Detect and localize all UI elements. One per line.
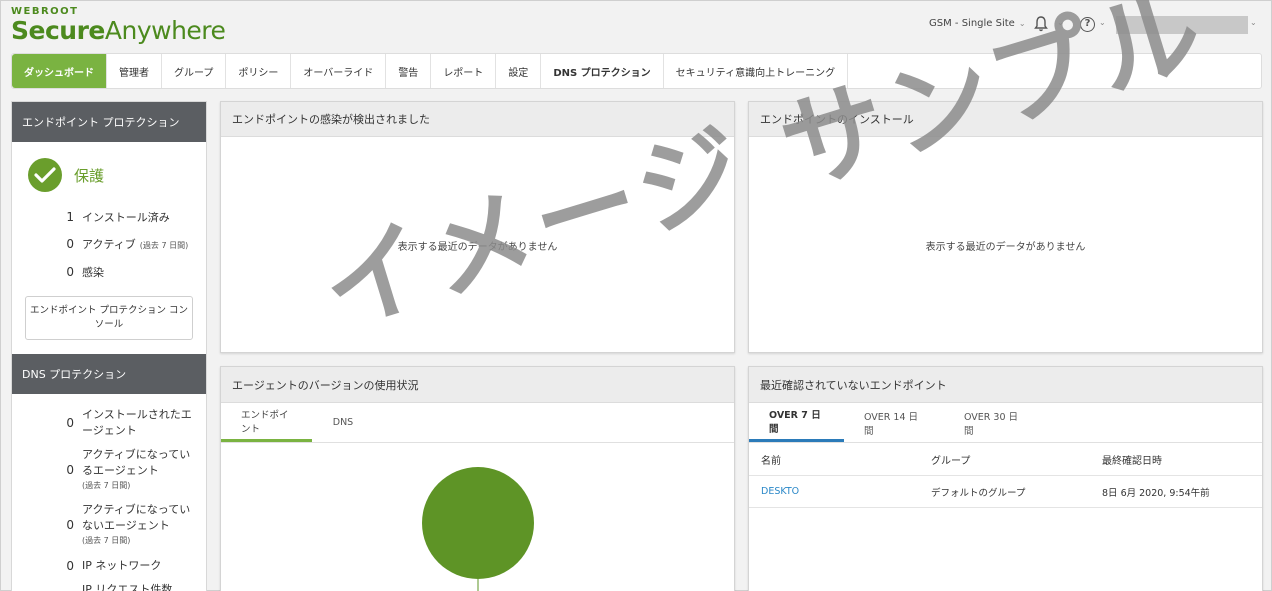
installs-card-title: エンドポイントのインストール <box>749 102 1262 137</box>
nav-reports[interactable]: レポート <box>431 54 497 88</box>
tab-endpoint[interactable]: エンドポイント <box>221 403 312 442</box>
endpoint-name-link[interactable]: DESKTO <box>749 486 919 497</box>
protection-status: 保護 <box>28 158 104 192</box>
infections-empty-message: 表示する最近のデータがありません <box>397 242 558 253</box>
pie-slice[interactable] <box>422 467 534 579</box>
protection-status-label: 保護 <box>74 166 105 185</box>
dns-stat-active: 0 アクティブになっているエージェント (過去 7 日間) <box>66 448 191 490</box>
bell-icon[interactable] <box>1034 16 1048 36</box>
chevron-down-icon: ⌄ <box>1018 19 1026 28</box>
nav-security-training[interactable]: セキュリティ意識向上トレーニング <box>664 54 849 88</box>
table-row: DESKTO デフォルトのグループ 8日 6月 2020, 9:54午前 <box>749 476 1262 508</box>
stat-active: 0 アクティブ (過去 7 日間) <box>66 237 189 251</box>
installs-card: エンドポイントのインストール 表示する最近のデータがありません <box>748 101 1263 353</box>
nav-settings[interactable]: 設定 <box>496 54 542 88</box>
infections-card: エンドポイントの感染が検出されました 表示する最近のデータがありません <box>220 101 735 353</box>
not-seen-card-title: 最近確認されていないエンドポイント <box>749 367 1262 403</box>
agent-versions-card-title: エージェントのバージョンの使用状況 <box>221 367 734 403</box>
webroot-logo[interactable]: WEBROOT SecureAnywhere <box>11 7 226 45</box>
tab-over-14-days[interactable]: OVER 14 日間 <box>844 403 944 442</box>
site-selector-label: GSM - Single Site <box>929 18 1015 29</box>
chevron-down-icon: ⌄ <box>1250 18 1257 27</box>
endpoint-group: デフォルトのグループ <box>931 487 1026 499</box>
dns-stat-ip-requests: IP リクエスト件数 <box>82 583 173 591</box>
check-circle-icon <box>28 158 62 192</box>
infections-card-title: エンドポイントの感染が検出されました <box>221 102 734 137</box>
installs-empty-message: 表示する最近のデータがありません <box>925 242 1086 253</box>
agent-versions-card: エージェントのバージョンの使用状況 エンドポイント DNS <box>220 366 735 591</box>
table-header: 名前 グループ 最終確認日時 <box>749 443 1262 476</box>
user-account-menu[interactable] <box>1116 16 1248 34</box>
tab-over-30-days[interactable]: OVER 30 日間 <box>944 403 1044 442</box>
nav-policies[interactable]: ポリシー <box>226 54 292 88</box>
nav-groups[interactable]: グループ <box>162 54 227 88</box>
agent-version-pie-chart <box>422 467 534 591</box>
nav-overrides[interactable]: オーバーライド <box>291 54 387 88</box>
agent-versions-tabs: エンドポイント DNS <box>221 403 734 443</box>
not-seen-card: 最近確認されていないエンドポイント OVER 7 日間 OVER 14 日間 O… <box>748 366 1263 591</box>
column-header-group[interactable]: グループ <box>919 452 1090 467</box>
nav-dashboard[interactable]: ダッシュボード <box>12 54 107 88</box>
stat-installed: 1 インストール済み <box>66 210 170 224</box>
endpoint-console-button[interactable]: エンドポイント プロテクション コンソール <box>25 296 193 340</box>
dns-stat-ip-networks: 0 IP ネットワーク <box>66 559 162 573</box>
stat-infected: 0 感染 <box>66 265 104 279</box>
column-header-last-seen[interactable]: 最終確認日時 <box>1090 452 1162 467</box>
main-nav: ダッシュボード 管理者 グループ ポリシー オーバーライド 警告 レポート 設定… <box>11 53 1262 89</box>
dns-stat-installed: 0 インストールされたエージェント <box>66 408 192 437</box>
not-seen-tabs: OVER 7 日間 OVER 14 日間 OVER 30 日間 <box>749 403 1262 443</box>
site-selector[interactable]: GSM - Single Site ⌄ <box>929 18 1026 29</box>
nav-dns-protection[interactable]: DNS プロテクション <box>541 54 664 88</box>
tab-over-7-days[interactable]: OVER 7 日間 <box>749 403 844 442</box>
chevron-down-icon: ⌄ <box>1099 18 1106 27</box>
chevron-down-icon: ⌄ <box>1057 18 1064 27</box>
nav-admins[interactable]: 管理者 <box>107 54 162 88</box>
endpoint-last-seen: 8日 6月 2020, 9:54午前 <box>1102 487 1210 499</box>
dns-stat-inactive: 0 アクティブになっていないエージェント (過去 7 日間) <box>66 503 191 545</box>
logo-product-name: SecureAnywhere <box>11 16 226 45</box>
top-header: WEBROOT SecureAnywhere GSM - Single Site… <box>1 1 1272 51</box>
nav-alerts[interactable]: 警告 <box>386 54 432 88</box>
sidebar: エンドポイント プロテクション 保護 1 インストール済み 0 アクティブ (過去 7… <box>11 101 207 591</box>
column-header-name[interactable]: 名前 <box>749 452 919 467</box>
tab-dns[interactable]: DNS <box>312 403 374 442</box>
endpoint-protection-header: エンドポイント プロテクション <box>12 102 206 142</box>
dns-protection-header: DNS プロテクション <box>12 354 206 394</box>
help-icon[interactable]: ? <box>1080 17 1095 32</box>
